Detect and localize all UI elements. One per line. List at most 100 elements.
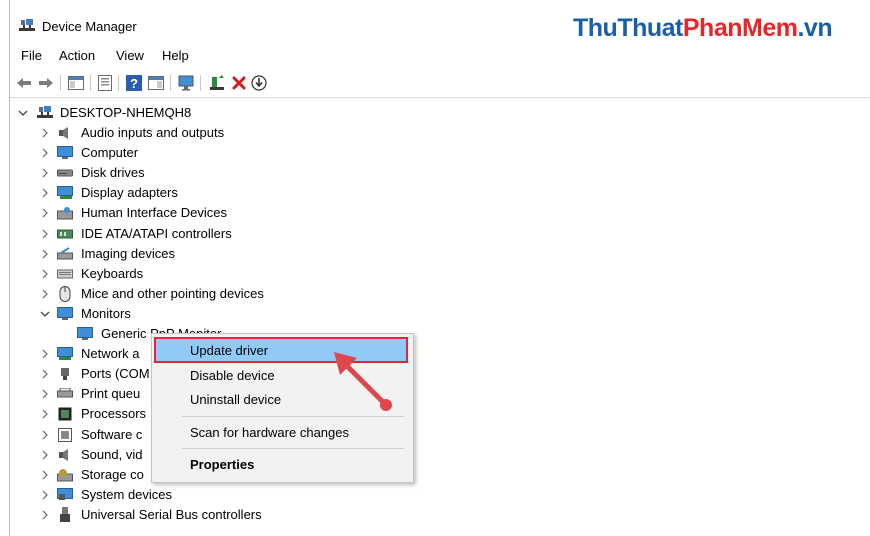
help-icon[interactable]: ?: [125, 74, 143, 92]
watermark-part-2: Thuat: [617, 14, 683, 42]
chevron-right-icon[interactable]: [40, 208, 50, 218]
tree-item[interactable]: Audio inputs and outputs: [10, 123, 410, 143]
usb-icon: [57, 506, 73, 523]
menu-file[interactable]: File: [21, 48, 42, 63]
chevron-right-icon[interactable]: [40, 188, 50, 198]
title-bar: Device Manager ThuThuatPhanMem.vn: [10, 0, 870, 44]
tree-item[interactable]: Keyboards: [10, 264, 410, 284]
tree-item[interactable]: Imaging devices: [10, 244, 410, 264]
speaker-icon: [57, 125, 73, 141]
chevron-down-icon[interactable]: [18, 108, 28, 118]
chevron-right-icon[interactable]: [40, 148, 50, 158]
annotation-arrow-icon: [334, 352, 392, 411]
uninstall-device-menu-item[interactable]: Uninstall device: [190, 392, 281, 407]
monitor-icon: [77, 326, 93, 342]
chevron-right-icon[interactable]: [40, 490, 50, 500]
hid-icon: [57, 205, 73, 221]
tree-item-label: Network a: [81, 346, 140, 362]
tree-item[interactable]: Display adapters: [10, 183, 410, 203]
chevron-right-icon[interactable]: [40, 369, 50, 379]
menu-help[interactable]: Help: [162, 48, 189, 63]
back-arrow-icon[interactable]: [15, 74, 33, 92]
update-driver-icon[interactable]: [208, 74, 226, 92]
port-icon: [57, 366, 73, 382]
tree-item-label: Sound, vid: [81, 446, 143, 462]
tree-item-label: Computer: [81, 145, 139, 161]
tree-root[interactable]: DESKTOP-NHEMQH8: [10, 103, 310, 123]
window-title: Device Manager: [42, 19, 137, 34]
tree-item-label: Human Interface Devices: [81, 205, 227, 221]
tree-item[interactable]: Computer: [10, 143, 410, 163]
tree-item-label: Imaging devices: [81, 245, 175, 261]
chevron-right-icon[interactable]: [40, 450, 50, 460]
tree-item-label: Monitors: [81, 305, 131, 321]
tree-item-label: Print queu: [81, 386, 141, 402]
toolbar: ?: [10, 70, 870, 96]
tree-item[interactable]: Monitors: [10, 304, 410, 324]
tree-item[interactable]: System devices: [10, 485, 410, 505]
device-manager-window: Device Manager ThuThuatPhanMem.vn File A…: [9, 0, 870, 536]
watermark-part-3: PhanMem: [682, 14, 798, 42]
chevron-right-icon[interactable]: [40, 249, 50, 259]
tree-item-label: System devices: [81, 486, 173, 502]
tree-item-label: Processors: [81, 406, 147, 422]
watermark-part-4: .vn: [797, 14, 833, 42]
action-pane-icon[interactable]: [147, 74, 165, 92]
chevron-down-icon[interactable]: [40, 309, 50, 319]
monitor-icon: [57, 306, 73, 322]
menu-view[interactable]: View: [116, 48, 144, 63]
svg-text:?: ?: [130, 76, 138, 91]
software-component-icon: [57, 427, 73, 443]
imaging-device-icon: [57, 246, 73, 262]
forward-arrow-icon[interactable]: [37, 74, 55, 92]
tree-root-label: DESKTOP-NHEMQH8: [60, 105, 192, 120]
tree-item[interactable]: Universal Serial Bus controllers: [10, 505, 410, 525]
watermark-logo: ThuThuatPhanMem.vn: [573, 14, 833, 43]
properties-sheet-icon[interactable]: [96, 74, 114, 92]
storage-controller-icon: [57, 467, 73, 483]
display-monitor-icon[interactable]: [177, 74, 195, 92]
chevron-right-icon[interactable]: [40, 389, 50, 399]
tree-item[interactable]: IDE ATA/ATAPI controllers: [10, 224, 410, 244]
tree-item[interactable]: Mice and other pointing devices: [10, 284, 410, 304]
chevron-right-icon[interactable]: [40, 430, 50, 440]
tree-item[interactable]: Disk drives: [10, 163, 410, 183]
tree-item-label: Universal Serial Bus controllers: [81, 506, 262, 522]
tree-item-label: Storage co: [81, 466, 144, 482]
network-adapter-icon: [57, 346, 73, 362]
computer-icon: [57, 145, 73, 161]
tree-item[interactable]: Human Interface Devices: [10, 203, 410, 223]
chevron-right-icon[interactable]: [40, 470, 50, 480]
tree-item-label: Ports (COM: [81, 366, 150, 382]
chevron-right-icon[interactable]: [40, 289, 50, 299]
tree-item-label: Audio inputs and outputs: [81, 125, 225, 140]
tree-item-label: Keyboards: [81, 265, 144, 281]
processor-icon: [57, 406, 73, 422]
update-driver-menu-item[interactable]: Update driver: [190, 343, 268, 358]
system-devices-icon: [57, 487, 73, 503]
chevron-right-icon[interactable]: [40, 168, 50, 178]
keyboard-icon: [57, 266, 73, 282]
uninstall-x-icon[interactable]: [230, 74, 248, 92]
chevron-right-icon[interactable]: [40, 128, 50, 138]
disk-drive-icon: [57, 165, 73, 181]
display-adapter-icon: [57, 185, 73, 201]
show-hide-console-tree-icon[interactable]: [67, 74, 85, 92]
chevron-right-icon[interactable]: [40, 409, 50, 419]
menu-action[interactable]: Action: [59, 48, 95, 63]
download-circle-icon[interactable]: [250, 74, 268, 92]
scan-hardware-menu-item[interactable]: Scan for hardware changes: [190, 425, 349, 440]
chevron-right-icon[interactable]: [40, 510, 50, 520]
watermark-part-1: Thu: [573, 14, 618, 42]
ide-controller-icon: [57, 226, 73, 242]
tree-item-label: Display adapters: [81, 185, 178, 201]
disable-device-menu-item[interactable]: Disable device: [190, 368, 275, 383]
computer-network-icon: [37, 105, 53, 121]
chevron-right-icon[interactable]: [40, 349, 50, 359]
chevron-right-icon[interactable]: [40, 269, 50, 279]
tree-item-label: Disk drives: [81, 165, 145, 181]
properties-menu-item[interactable]: Properties: [190, 457, 254, 472]
chevron-right-icon[interactable]: [40, 229, 50, 239]
tree-item-label: IDE ATA/ATAPI controllers: [81, 225, 232, 241]
tree-item-label: Mice and other pointing devices: [81, 285, 264, 301]
